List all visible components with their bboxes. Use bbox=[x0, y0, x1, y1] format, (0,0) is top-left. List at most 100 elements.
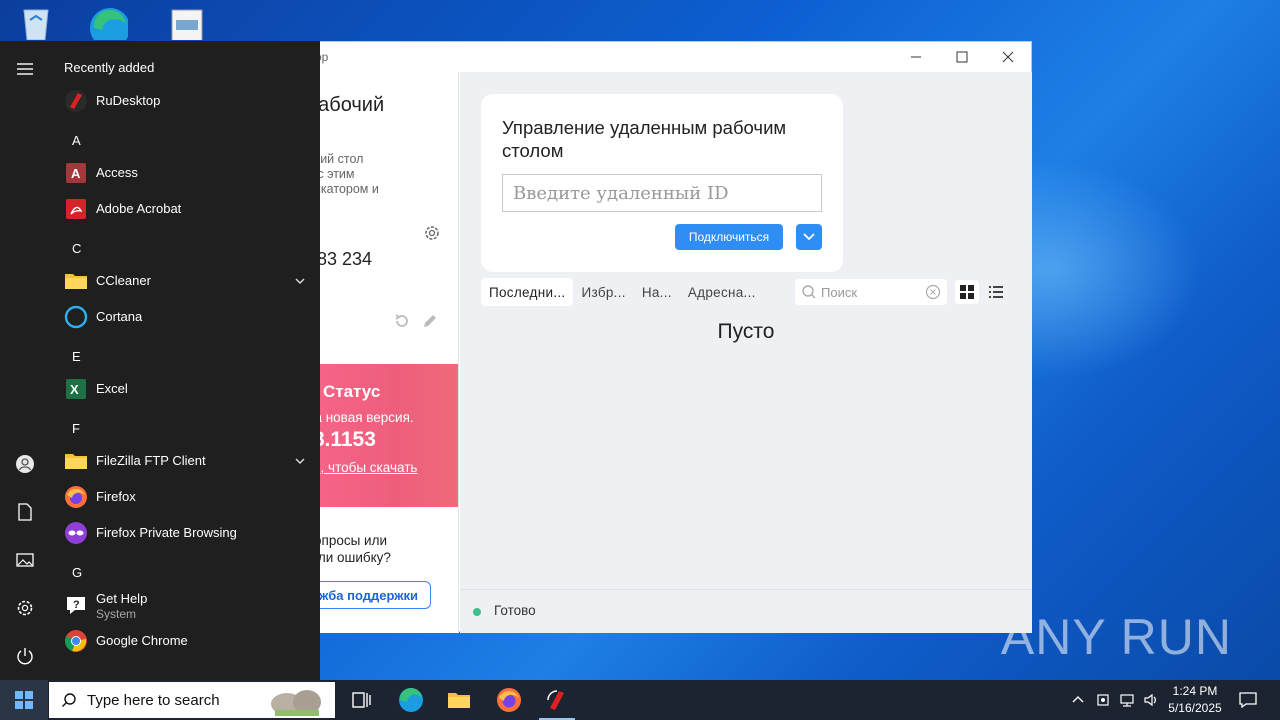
letter-header[interactable]: G bbox=[72, 565, 82, 580]
app-label: Adobe Acrobat bbox=[96, 201, 182, 216]
status-message: на новая версия. bbox=[307, 410, 414, 425]
folder-item-ccleaner[interactable]: CCleaner bbox=[62, 263, 312, 299]
search-icon bbox=[802, 285, 816, 299]
app-label: Firefox Private Browsing bbox=[96, 525, 237, 540]
watermark: ANY RUN bbox=[1000, 609, 1232, 665]
excel-icon: X bbox=[66, 379, 86, 399]
folder-item-filezilla[interactable]: FileZilla FTP Client bbox=[62, 443, 312, 479]
app-label: Access bbox=[96, 165, 138, 180]
connect-card: Управление удаленным рабочим столом Введ… bbox=[481, 94, 843, 272]
taskbar-search[interactable]: Type here to search bbox=[49, 682, 335, 718]
app-label: CCleaner bbox=[96, 273, 151, 288]
app-item-google-chrome[interactable]: Google Chrome bbox=[62, 623, 312, 659]
connect-options-button[interactable] bbox=[796, 224, 822, 250]
tab-discovered[interactable]: На... bbox=[634, 278, 680, 306]
folder-icon bbox=[65, 274, 87, 289]
tab-favorites[interactable]: Избр... bbox=[573, 278, 633, 306]
edge-icon[interactable] bbox=[397, 686, 425, 714]
network-icon[interactable] bbox=[1119, 692, 1135, 708]
gear-icon[interactable] bbox=[423, 224, 441, 242]
recycle-bin-icon[interactable] bbox=[16, 6, 56, 40]
chevron-down-icon bbox=[803, 233, 815, 241]
tab-address-book[interactable]: Адресна... bbox=[680, 278, 764, 306]
app-item-excel[interactable]: X Excel bbox=[62, 371, 312, 407]
connect-button[interactable]: Подключиться bbox=[675, 224, 783, 250]
letter-header[interactable]: A bbox=[72, 133, 81, 148]
app-label: Excel bbox=[96, 381, 128, 396]
svg-text:?: ? bbox=[73, 599, 80, 611]
app-item-firefox[interactable]: Firefox bbox=[62, 479, 312, 515]
connect-title: Управление удаленным рабочим столом bbox=[502, 117, 787, 161]
edge-icon[interactable] bbox=[88, 6, 128, 40]
start-button[interactable] bbox=[0, 680, 48, 720]
peer-tabs: Последни... Избр... На... Адресна... bbox=[481, 278, 764, 308]
app-label: Get Help bbox=[96, 591, 148, 606]
clock[interactable]: 1:24 PM 5/16/2025 bbox=[1160, 683, 1230, 717]
status-bar: Готово bbox=[460, 589, 1032, 633]
remote-id-input[interactable]: Введите удаленный ID bbox=[502, 174, 822, 212]
minimize-icon bbox=[911, 56, 921, 58]
support-button[interactable]: жба поддержки bbox=[301, 581, 431, 609]
tab-recent[interactable]: Последни... bbox=[481, 278, 574, 306]
clear-icon[interactable] bbox=[925, 284, 941, 300]
pictures-icon[interactable] bbox=[15, 550, 35, 570]
letter-header[interactable]: F bbox=[72, 421, 80, 436]
grid-view-button[interactable] bbox=[955, 280, 979, 304]
app-label: Google Chrome bbox=[96, 633, 188, 648]
status-card: Статус на новая версия. .8.1153 те, чтоб… bbox=[301, 364, 458, 507]
chevron-down-icon bbox=[295, 458, 305, 464]
app-item-adobe-acrobat[interactable]: Adobe Acrobat bbox=[62, 191, 312, 227]
maximize-icon bbox=[956, 51, 968, 63]
app-sublabel: System bbox=[96, 607, 137, 621]
hamburger-icon[interactable] bbox=[15, 59, 35, 79]
list-icon bbox=[989, 286, 1003, 298]
title-bar[interactable]: op bbox=[301, 42, 1031, 72]
search-placeholder: Type here to search bbox=[87, 692, 220, 709]
app-item-get-help[interactable]: ? Get Help System bbox=[62, 587, 312, 623]
windows-icon bbox=[15, 691, 33, 709]
app-item-cortana[interactable]: Cortana bbox=[62, 299, 312, 335]
download-link[interactable]: те, чтобы скачать bbox=[307, 460, 417, 475]
letter-header[interactable]: C bbox=[72, 241, 81, 256]
network-device-icon[interactable] bbox=[1095, 692, 1111, 708]
chrome-icon bbox=[64, 630, 87, 652]
file-explorer-icon[interactable] bbox=[445, 686, 473, 714]
clock-time: 1:24 PM bbox=[1172, 684, 1218, 698]
left-panel: рабочий очий стол н с этим рикатором и 2… bbox=[301, 72, 459, 633]
app-label: FileZilla FTP Client bbox=[96, 453, 206, 468]
user-icon[interactable] bbox=[15, 454, 35, 474]
rudesktop-icon[interactable] bbox=[543, 686, 571, 714]
firefox-icon[interactable] bbox=[495, 686, 523, 714]
app-label: Cortana bbox=[96, 309, 143, 324]
refresh-icon[interactable] bbox=[393, 312, 411, 330]
power-icon[interactable] bbox=[15, 646, 35, 666]
file-icon[interactable] bbox=[168, 6, 208, 40]
notification-icon[interactable] bbox=[1238, 690, 1258, 710]
minimize-button[interactable] bbox=[893, 42, 939, 72]
search-icon bbox=[62, 693, 76, 707]
status-title: Статус bbox=[323, 382, 381, 401]
grid-icon bbox=[960, 285, 974, 299]
edit-icon[interactable] bbox=[421, 312, 439, 330]
close-button[interactable] bbox=[985, 42, 1031, 72]
maximize-button[interactable] bbox=[939, 42, 985, 72]
settings-icon[interactable] bbox=[15, 598, 35, 618]
chevron-up-icon[interactable] bbox=[1070, 692, 1086, 708]
task-view-icon[interactable] bbox=[347, 686, 375, 714]
app-label: RuDesktop bbox=[96, 93, 161, 108]
status-dot bbox=[473, 608, 481, 616]
peer-search-input[interactable]: Поиск bbox=[795, 279, 947, 305]
volume-icon[interactable] bbox=[1143, 692, 1159, 708]
app-item-firefox-private[interactable]: Firefox Private Browsing bbox=[62, 515, 312, 551]
empty-state: Пусто bbox=[717, 320, 775, 343]
rudesktop-window: op рабочий очий стол н с этим рикатором … bbox=[300, 41, 1032, 633]
app-label: Firefox bbox=[96, 489, 136, 504]
app-item-access[interactable]: A Access bbox=[62, 155, 312, 191]
documents-icon[interactable] bbox=[15, 502, 35, 522]
close-icon bbox=[1002, 51, 1014, 63]
access-icon: A bbox=[66, 163, 86, 183]
app-list: Recently added RuDesktop A A Access Adob… bbox=[50, 41, 320, 680]
letter-header[interactable]: E bbox=[72, 349, 81, 364]
list-view-button[interactable] bbox=[984, 280, 1008, 304]
app-item-rudesktop[interactable]: RuDesktop bbox=[62, 83, 312, 119]
